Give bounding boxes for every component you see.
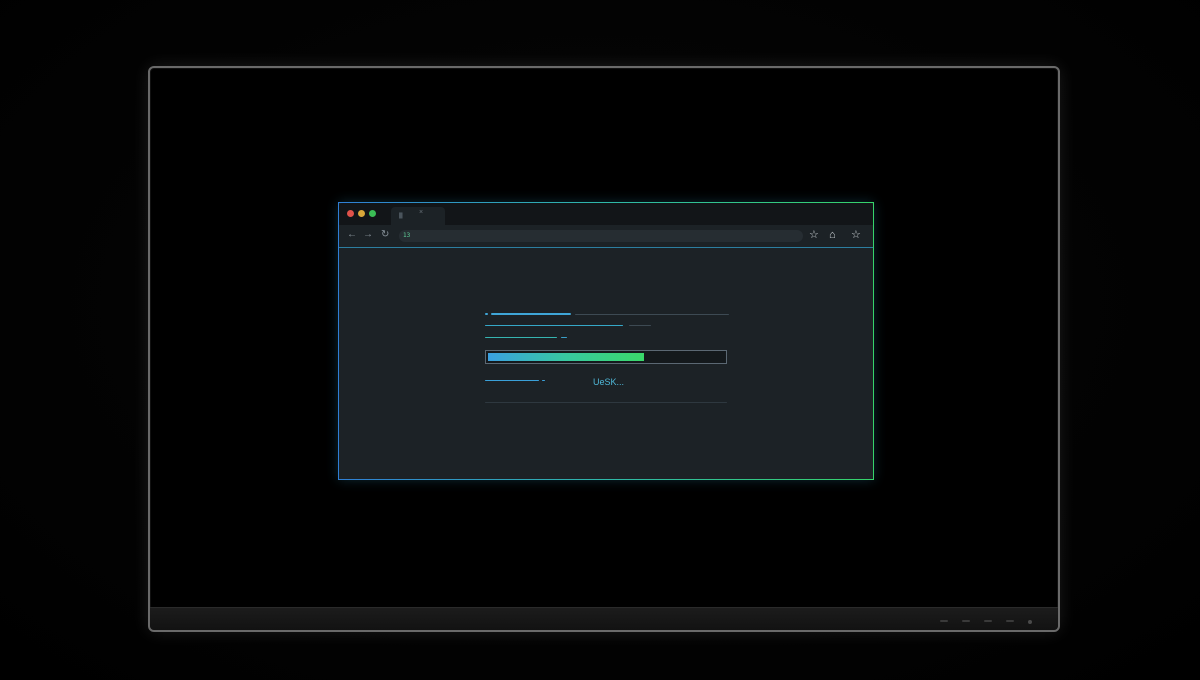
profile-icon[interactable]: ☆ (851, 229, 861, 241)
address-bar-badge: 13 (403, 232, 411, 239)
monitor-bezel (150, 607, 1058, 630)
skeleton-line (485, 313, 488, 315)
tab-label: █ (399, 213, 403, 219)
maximize-window-button[interactable] (369, 210, 376, 217)
tab-close-icon[interactable]: × (419, 209, 423, 216)
extension-icon[interactable]: ⌂ (829, 229, 836, 241)
skeleton-line (561, 337, 567, 338)
close-window-button[interactable] (347, 210, 354, 217)
monitor-input-button[interactable] (1006, 620, 1014, 622)
browser-toolbar: ← → ↻ 13 ☆ ⌂ ☆ (339, 225, 873, 248)
forward-arrow-icon[interactable]: → (363, 230, 373, 240)
progress-bar (485, 350, 727, 364)
bookmark-star-icon[interactable]: ☆ (809, 229, 819, 241)
skeleton-line (485, 337, 557, 338)
address-bar[interactable]: 13 (399, 230, 803, 242)
skeleton-line (629, 325, 651, 326)
minimize-window-button[interactable] (358, 210, 365, 217)
monitor-power-button[interactable] (1028, 620, 1032, 624)
divider (485, 402, 727, 403)
skeleton-line (485, 380, 539, 381)
progress-bar-fill (488, 353, 644, 361)
skeleton-line (485, 325, 623, 326)
skeleton-line (491, 313, 571, 315)
loading-status-text: UeSK... (593, 377, 625, 387)
monitor-menu-button[interactable] (940, 620, 948, 622)
browser-tab[interactable]: █ (391, 207, 445, 225)
tab-bar: █ × (339, 203, 873, 225)
browser-window: █ × ← → ↻ 13 ☆ ⌂ ☆ UeSK... (338, 202, 874, 480)
monitor-buttons (940, 620, 1032, 624)
reload-icon[interactable]: ↻ (381, 230, 389, 240)
window-controls (347, 210, 376, 217)
back-arrow-icon[interactable]: ← (347, 230, 357, 240)
background: █ × ← → ↻ 13 ☆ ⌂ ☆ UeSK... (0, 0, 1200, 680)
skeleton-line (542, 380, 545, 381)
monitor-up-button[interactable] (984, 620, 992, 622)
page-content: UeSK... (339, 248, 873, 479)
skeleton-line (575, 314, 729, 315)
monitor-down-button[interactable] (962, 620, 970, 622)
